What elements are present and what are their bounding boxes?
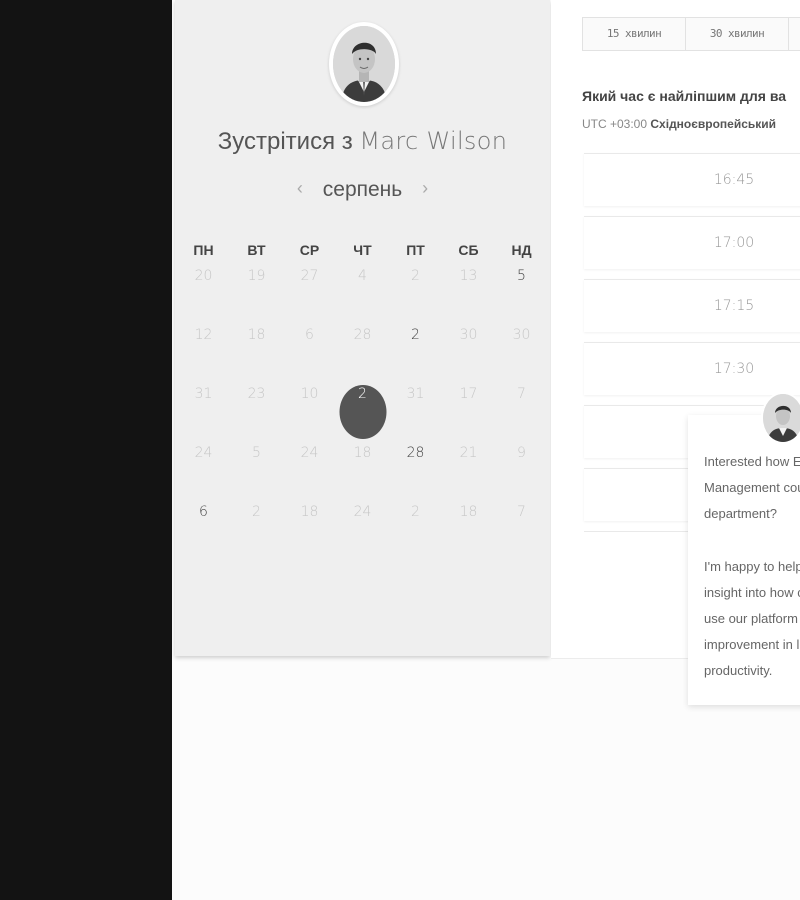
calendar-day: 28 [353,327,372,343]
tab-15-minutes[interactable]: 15 хвилин [582,17,686,51]
calendar-day-label: 2 [358,386,367,402]
weekday-label: НД [511,242,532,258]
calendar-day: 21 [459,445,478,461]
timezone-name: Східноєвропейський [650,117,777,131]
calendar-day: 7 [517,386,526,402]
weekday-header: ПН ВТ СР ЧТ ПТ СБ НД [177,242,547,258]
chat-avatar-icon [761,392,800,444]
calendar-day: 2 [252,504,261,520]
weekday-label: ВТ [247,242,266,258]
calendar-day: 7 [517,504,526,520]
calendar-day: 17 [459,386,478,402]
chat-line: productivity. [704,663,773,679]
calendar-day: 9 [517,445,526,461]
calendar-day: 10 [300,386,319,402]
timezone-offset: UTC +03:00 [582,117,648,131]
host-avatar [329,22,399,106]
host-name: Marc Wilson [359,127,508,155]
chat-line: use our platform [704,611,798,627]
time-slot[interactable]: 17:15 [584,279,800,332]
calendar-day: 23 [247,386,266,402]
weekday-label: СБ [458,242,479,258]
next-month-icon[interactable]: › [408,178,442,198]
calendar-day: 24 [353,504,372,520]
time-slot[interactable]: 17:00 [584,216,800,269]
prev-month-icon[interactable]: ‹ [283,178,317,198]
calendar-day: 6 [305,327,314,343]
calendar-day: 18 [353,445,372,461]
calendar-day[interactable]: 5 [495,262,548,321]
calendar-day[interactable]: 28 [389,439,442,498]
left-dark-strip [0,0,172,900]
chat-line: I'm happy to help [704,558,800,574]
calendar-day: 18 [247,327,266,343]
calendar-day[interactable]: 2 [389,321,442,380]
chat-line-gap [704,528,800,554]
host-photo-icon [333,26,395,102]
calendar-days-grid: 20 19 27 4 2 13 5 12 18 6 28 2 30 30 31 23 10 2 31 17 7 24 5 24… [177,262,547,557]
time-slot-label: 17:30 [713,361,755,377]
weekday-label: ЧТ [353,242,372,258]
chat-line: Management cou [704,480,800,496]
calendar-panel: Зустрітися з Marc Wilson ‹ серпень › ПН … [175,0,550,656]
calendar-day: 27 [300,268,319,284]
calendar-day: 18 [300,504,319,520]
weekday-label: ПН [193,242,214,258]
calendar-day: 5 [252,445,261,461]
weekday-label: СР [299,242,320,258]
calendar-day: 31 [406,386,425,402]
calendar-day: 20 [194,268,213,284]
calendar-day: 2 [411,268,420,284]
calendar-day[interactable]: 6 [177,498,230,557]
calendar-day: 31 [194,386,213,402]
calendar-day: 18 [459,504,478,520]
calendar-day: 2 [411,504,420,520]
calendar-day: 12 [194,327,213,343]
duration-tabs: 15 хвилин 30 хвилин [582,17,800,51]
calendar-day: 13 [459,268,478,284]
calendar-day: 30 [459,327,478,343]
weekday-label: ПТ [406,242,425,258]
calendar-day: 4 [358,268,367,284]
calendar-day: 30 [512,327,531,343]
tab-30-minutes[interactable]: 30 хвилин [685,17,789,51]
calendar-day-selected[interactable]: 2 [336,380,389,440]
time-slot[interactable]: 16:45 [584,153,800,206]
chat-message: Interested how E Management cou departme… [704,449,800,685]
meeting-title-prefix: Зустрітися з [217,128,353,155]
tab-more-durations[interactable] [788,17,800,51]
chat-line: Interested how E [704,454,800,469]
timezone-label[interactable]: UTC +03:00 Східноєвропейський [582,117,776,131]
month-label: серпень [322,178,403,201]
chat-line: improvement in l [704,637,800,653]
time-slot-label: 17:15 [713,298,755,314]
calendar-day: 19 [247,268,266,284]
time-slot-label: 16:45 [713,172,755,188]
chat-line: insight into how c [704,584,800,600]
calendar-day: 24 [194,445,213,461]
time-question: Який час є найліпшим для ва [582,88,787,104]
meeting-title: Зустрітися з Marc Wilson [175,127,550,156]
calendar-day: 24 [300,445,319,461]
chat-line: department? [704,506,777,522]
month-navigation: ‹ серпень › [175,178,550,202]
time-slot-label: 17:00 [713,235,755,251]
time-slot[interactable]: 17:30 [584,342,800,395]
